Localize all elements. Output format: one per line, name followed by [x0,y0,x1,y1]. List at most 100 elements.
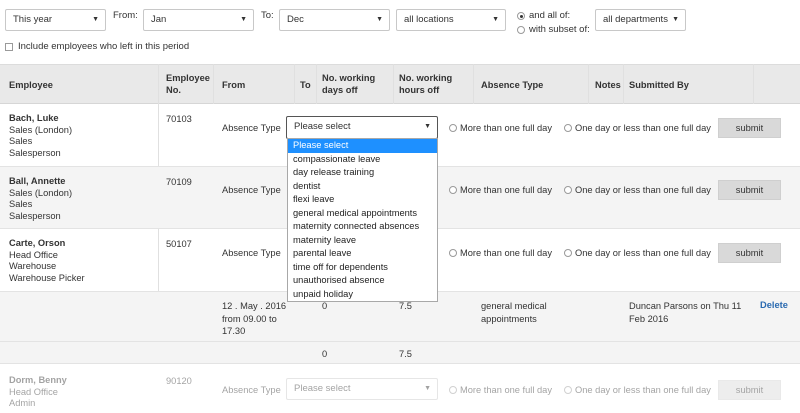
dropdown-option[interactable]: Please select [288,139,437,153]
radio-more-than-one-day[interactable] [449,249,457,257]
dropdown-option[interactable]: maternity connected absences [288,220,437,234]
dropdown-option[interactable]: unauthorised absence [288,274,437,288]
chevron-down-icon: ▼ [424,385,431,392]
absence-submitted-by: Duncan Parsons on Thu 11 Feb 2016 [629,301,742,324]
submit-button[interactable]: submit [718,118,781,138]
employee-number: 70109 [166,177,192,187]
dropdown-option[interactable]: unpaid holiday [288,288,437,302]
dropdown-option[interactable]: maternity leave [288,234,437,248]
total-hours: 7.5 [399,349,412,359]
radio-subset-of[interactable] [517,26,525,34]
to-month-select[interactable]: Dec ▼ [279,9,390,31]
chevron-down-icon: ▼ [92,16,99,23]
employee-name: Dorm, Benny [9,375,67,385]
total-days: 0 [322,349,328,359]
from-month-value: Jan [151,14,167,25]
absence-type-dropdown-list[interactable]: Please select compassionate leave day re… [287,138,438,302]
radio-all-of-label: and all of: [529,10,571,21]
more-than-one-day-label: More than one full day [460,385,552,395]
header-days-off: No. working days off [322,73,376,95]
chevron-down-icon: ▼ [240,16,247,23]
column-divider [316,64,317,104]
delete-link[interactable]: Delete [760,300,788,310]
include-left-label: Include employees who left in this perio… [18,41,190,52]
radio-all-of[interactable] [517,12,525,20]
location-select[interactable]: all locations ▼ [396,9,506,31]
header-notes: Notes [595,80,621,90]
location-value: all locations [404,14,454,25]
header-hours-off: No. working hours off [399,73,453,95]
column-divider [393,64,394,104]
totals-row: 0 7.5 [0,342,800,364]
header-submitted-by: Submitted By [629,80,689,90]
employee-cell: Dorm, Benny Head Office Admin [9,375,67,408]
column-divider [473,64,474,104]
dropdown-option[interactable]: flexi leave [288,193,437,207]
absence-type-label: Absence Type [222,123,281,133]
radio-more-than-one-day[interactable] [449,386,457,394]
include-left-checkbox[interactable] [5,43,13,51]
department-select[interactable]: all departments ▼ [595,9,686,31]
radio-more-than-one-day[interactable] [449,186,457,194]
dropdown-option[interactable]: compassionate leave [288,153,437,167]
one-day-or-less-label: One day or less than one full day [575,385,711,395]
employee-name: Bach, Luke [9,113,59,123]
column-divider [213,64,214,104]
absence-type-select[interactable]: Please select ▼ [286,116,438,139]
employee-cell: Ball, Annette Sales (London) Sales Sales… [9,176,73,221]
header-employee-no: Employee No. [166,73,210,95]
header-to: To [300,80,311,90]
dropdown-option[interactable]: parental leave [288,247,437,261]
dropdown-option[interactable]: time off for dependents [288,261,437,275]
employee-name: Carte, Orson [9,238,66,248]
employee-cell: Carte, Orson Head Office Warehouse Wareh… [9,238,85,283]
employee-name: Ball, Annette [9,176,66,186]
absence-type-label: Absence Type [222,185,281,195]
radio-one-day-or-less[interactable] [564,124,572,132]
column-divider [294,64,295,104]
one-day-or-less-label: One day or less than one full day [575,185,711,195]
dropdown-option[interactable]: dentist [288,180,437,194]
chevron-down-icon: ▼ [492,16,499,23]
radio-one-day-or-less[interactable] [564,249,572,257]
header-absence-type: Absence Type [481,80,544,90]
absence-type-select-value: Please select [294,121,351,132]
radio-one-day-or-less[interactable] [564,386,572,394]
from-label: From: [113,10,138,21]
department-value: all departments [603,14,668,25]
absence-type: general medical appointments [481,301,547,324]
dropdown-option[interactable]: day release training [288,166,437,180]
radio-more-than-one-day[interactable] [449,124,457,132]
dropdown-option[interactable]: general medical appointments [288,207,437,221]
chevron-down-icon: ▼ [376,16,383,23]
employee-cell: Bach, Luke Sales (London) Sales Salesper… [9,113,73,158]
chevron-down-icon: ▼ [672,16,679,23]
header-employee: Employee [9,80,53,90]
chevron-down-icon: ▼ [424,123,431,130]
submit-button[interactable]: submit [718,180,781,200]
absence-type-label: Absence Type [222,248,281,258]
submit-button[interactable]: submit [718,243,781,263]
column-divider [753,64,754,104]
radio-subset-of-label: with subset of: [529,24,590,35]
absence-type-label: Absence Type [222,385,281,395]
more-than-one-day-label: More than one full day [460,123,552,133]
table-header: Employee Employee No. From To No. workin… [0,64,800,104]
absence-type-select[interactable]: Please select ▼ [286,378,438,400]
one-day-or-less-label: One day or less than one full day [575,248,711,258]
absence-type-select-value: Please select [294,383,351,394]
to-label: To: [261,10,274,21]
more-than-one-day-label: More than one full day [460,185,552,195]
more-than-one-day-label: More than one full day [460,248,552,258]
from-month-select[interactable]: Jan ▼ [143,9,254,31]
submit-button[interactable]: submit [718,380,781,400]
header-from: From [222,80,246,90]
employee-number: 90120 [166,376,192,386]
column-divider [588,64,589,104]
one-day-or-less-label: One day or less than one full day [575,123,711,133]
table-row: Dorm, Benny Head Office Admin 90120 Abse… [0,364,800,413]
column-divider [623,64,624,104]
period-select[interactable]: This year ▼ [5,9,106,31]
radio-one-day-or-less[interactable] [564,186,572,194]
employee-number: 50107 [166,239,192,249]
